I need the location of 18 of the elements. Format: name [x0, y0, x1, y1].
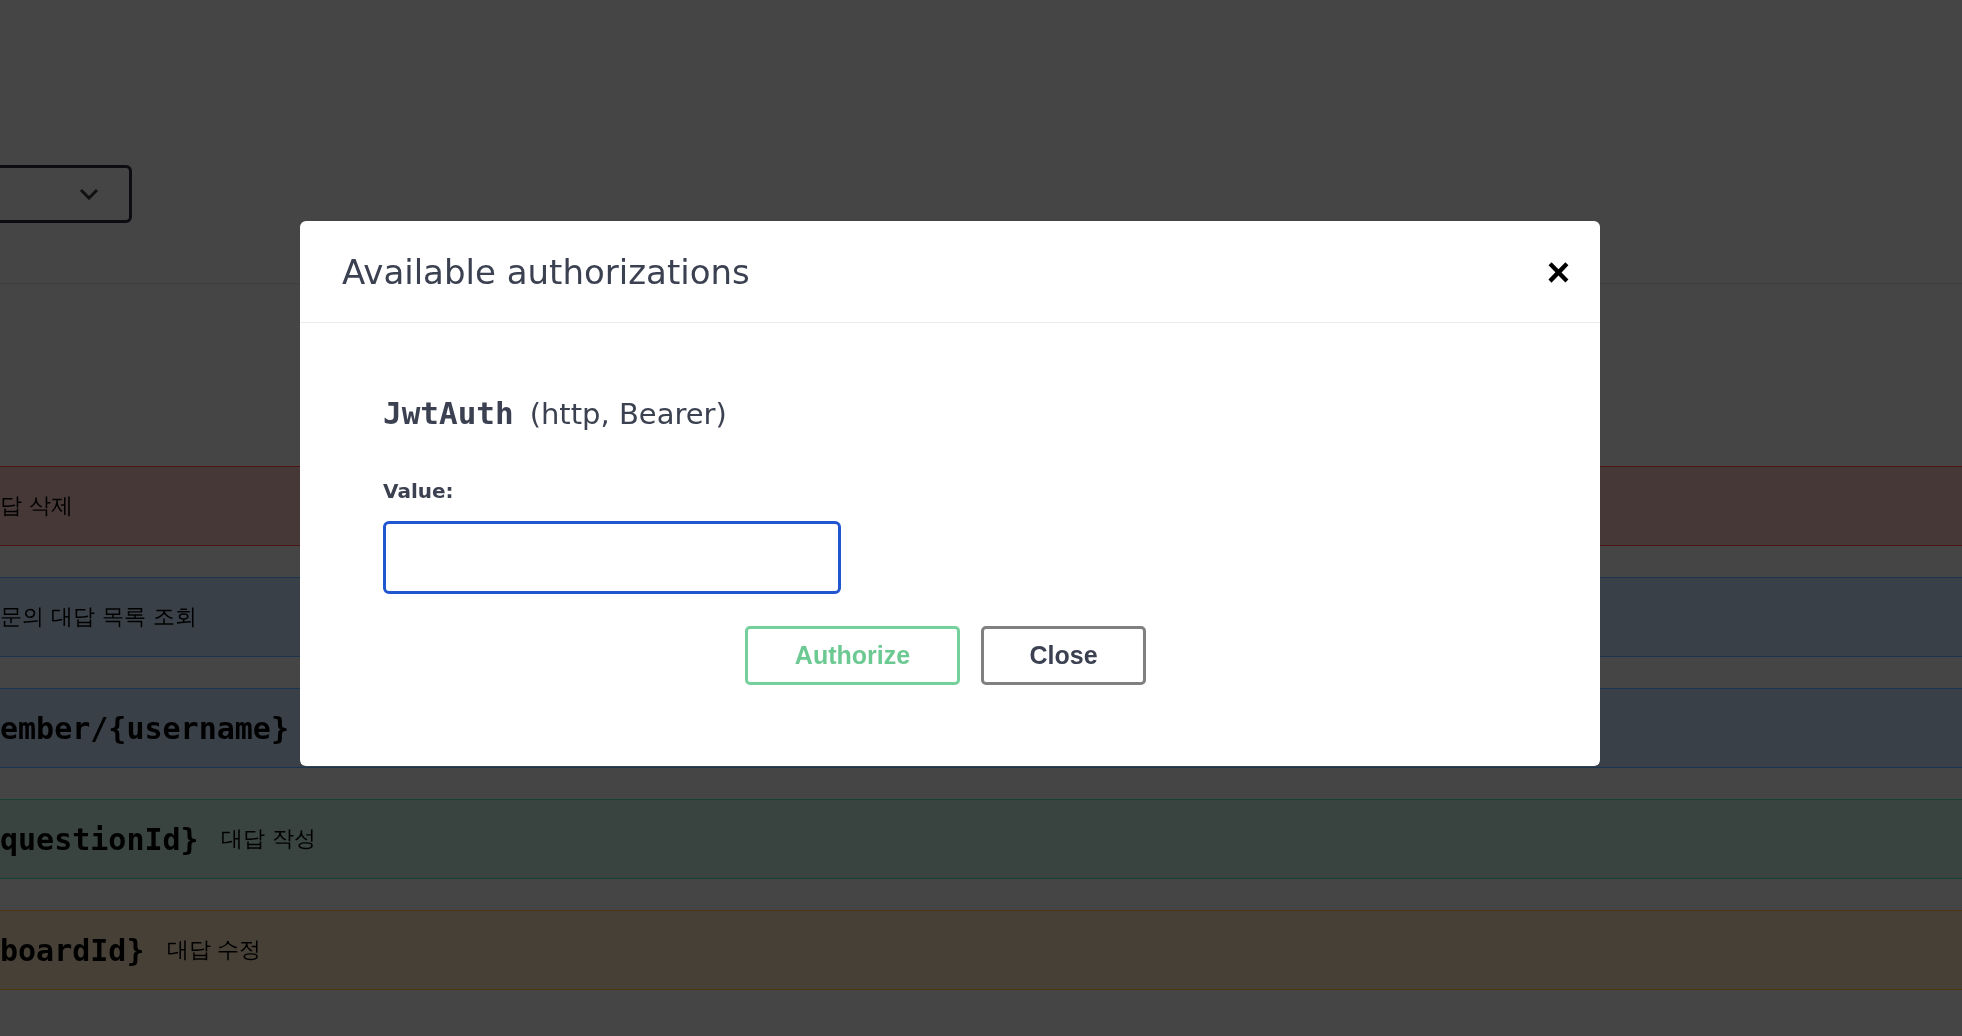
value-input[interactable] — [383, 521, 841, 594]
operation-path: boardId} — [0, 932, 145, 968]
operation-description: 문의 대답 목록 조회 — [0, 603, 197, 631]
chevron-icon — [79, 188, 99, 200]
operation-description: 답 삭제 — [0, 492, 73, 520]
operation-description: 대답 작성 — [220, 825, 316, 853]
operation-path: ember/{username} — [0, 710, 289, 746]
scheme-name: JwtAuth — [383, 395, 514, 431]
authorize-button[interactable]: Authorize — [745, 626, 960, 685]
operation-description: 대답 수정 — [166, 936, 262, 964]
scheme-type: (http, Bearer) — [529, 397, 727, 431]
operation-path: questionId} — [0, 821, 199, 857]
close-button[interactable]: Close — [981, 626, 1146, 685]
dialog-title: Available authorizations — [342, 251, 750, 292]
operation-row[interactable]: questionId} 대답 작성 — [0, 799, 1962, 879]
field-label: Value: — [383, 479, 455, 503]
operation-row[interactable]: boardId} 대답 수정 — [0, 910, 1962, 990]
close-button[interactable]: × — [1546, 251, 1570, 292]
